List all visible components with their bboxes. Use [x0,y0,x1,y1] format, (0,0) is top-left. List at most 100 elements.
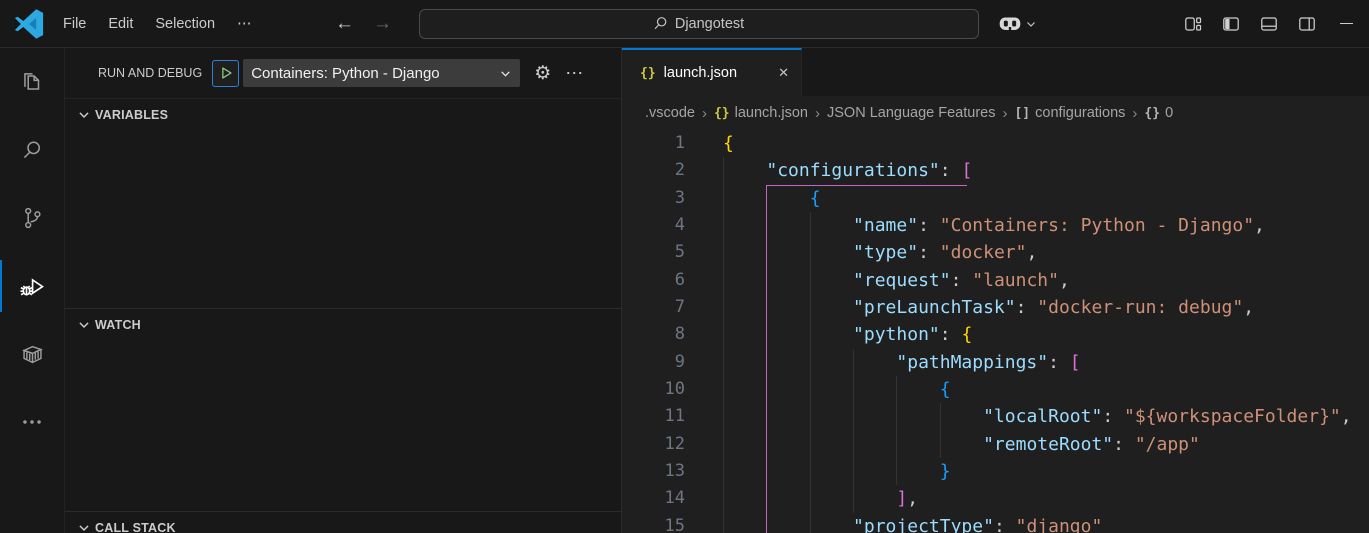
code-line-text[interactable]: { [685,376,1369,403]
code-line-text[interactable]: "preLaunchTask": "docker-run: debug", [685,294,1369,321]
code-line-text[interactable]: "pathMappings": [ [685,349,1369,376]
close-tab-icon[interactable]: ✕ [778,65,789,81]
indent-guide [810,349,811,376]
variables-section: VARIABLES [65,98,621,308]
code-line-text[interactable]: "request": "launch", [685,267,1369,294]
line-number[interactable]: 9 [622,349,685,376]
code-line-14[interactable]: 14 ], [622,485,1369,512]
tab-launch-json[interactable]: {} launch.json ✕ [622,48,802,96]
editor-group: {} launch.json ✕ .vscode›{}launch.json›J… [622,48,1369,533]
line-number[interactable]: 2 [622,157,685,184]
call-stack-section-label: CALL STACK [95,521,176,533]
ellipsis-icon [19,409,45,435]
code-line-5[interactable]: 5 "type": "docker", [622,239,1369,266]
start-debug-button[interactable] [212,60,239,87]
indent-guide [810,294,811,321]
menu-item-more[interactable]: ⋯ [226,11,263,37]
code-line-text[interactable]: } [685,458,1369,485]
code-line-3[interactable]: 3 { [622,185,1369,212]
code-line-text[interactable]: "localRoot": "${workspaceFolder}", [685,403,1369,430]
indent-guide [853,376,854,403]
code-line-13[interactable]: 13 } [622,458,1369,485]
menu-item-edit[interactable]: Edit [97,11,144,37]
copilot-menu[interactable] [997,11,1037,37]
forward-arrow-icon[interactable]: → [371,13,395,35]
line-number[interactable]: 14 [622,485,685,512]
activity-item-source-control[interactable] [0,184,64,252]
back-arrow-icon[interactable]: ← [333,13,357,35]
watch-section: WATCH [65,308,621,511]
chevron-down-icon [77,521,91,533]
minimize-window-icon[interactable] [1340,23,1353,24]
line-number[interactable]: 15 [622,513,685,533]
line-number[interactable]: 5 [622,239,685,266]
line-number[interactable]: 10 [622,376,685,403]
variables-section-header[interactable]: VARIABLES [65,99,621,122]
indent-guide [853,403,854,430]
breadcrumb-item[interactable]: JSON Language Features [827,105,995,121]
line-number[interactable]: 6 [622,267,685,294]
code-line-1[interactable]: 1{ [622,130,1369,157]
indent-guide [723,349,724,376]
breadcrumb-item[interactable]: {}0 [1144,105,1173,121]
code-line-11[interactable]: 11 "localRoot": "${workspaceFolder}", [622,403,1369,430]
indent-guide [896,431,897,458]
code-line-text[interactable]: "configurations": [ [685,157,1369,184]
activity-item-explorer[interactable] [0,48,64,116]
activity-item-run-and-debug[interactable] [0,252,64,320]
line-number[interactable]: 7 [622,294,685,321]
more-actions-icon[interactable]: ⋯ [565,64,584,82]
line-number[interactable]: 11 [622,403,685,430]
activity-item-search[interactable] [0,116,64,184]
customize-layout-icon[interactable] [1184,15,1202,33]
call-stack-section-header[interactable]: CALL STACK [65,512,621,533]
indent-guide [810,239,811,266]
line-number[interactable]: 4 [622,212,685,239]
watch-section-header[interactable]: WATCH [65,309,621,332]
files-icon [19,69,45,95]
indent-guide [940,403,941,430]
call-stack-section: CALL STACK [65,511,621,533]
json-object-icon: {} [714,106,730,121]
code-line-7[interactable]: 7 "preLaunchTask": "docker-run: debug", [622,294,1369,321]
toggle-primary-sidebar-icon[interactable] [1222,15,1240,33]
code-line-text[interactable]: "remoteRoot": "/app" [685,431,1369,458]
line-number[interactable]: 12 [622,431,685,458]
line-number[interactable]: 3 [622,185,685,212]
activity-item-more[interactable] [0,388,64,456]
breadcrumb-item[interactable]: .vscode [645,105,695,121]
command-center-search[interactable]: Djangotest [419,9,979,39]
code-line-6[interactable]: 6 "request": "launch", [622,267,1369,294]
code-line-9[interactable]: 9 "pathMappings": [ [622,349,1369,376]
code-line-4[interactable]: 4 "name": "Containers: Python - Django", [622,212,1369,239]
line-number[interactable]: 13 [622,458,685,485]
indent-guide [853,431,854,458]
code-line-text[interactable]: "projectType": "django" [685,513,1369,533]
code-line-12[interactable]: 12 "remoteRoot": "/app" [622,431,1369,458]
menu-item-file[interactable]: File [52,11,97,37]
toggle-secondary-sidebar-icon[interactable] [1298,15,1316,33]
breadcrumb-item[interactable]: []configurations [1014,105,1125,121]
indent-guide [853,349,854,376]
code-line-text[interactable]: "python": { [685,321,1369,348]
breadcrumb-label: 0 [1165,105,1173,121]
code-line-2[interactable]: 2 "configurations": [ [622,157,1369,184]
code-editor[interactable]: 1{2 "configurations": [3 {4 "name": "Con… [622,130,1369,533]
code-line-text[interactable]: "type": "docker", [685,239,1369,266]
toggle-panel-icon[interactable] [1260,15,1278,33]
code-line-15[interactable]: 15 "projectType": "django" [622,513,1369,533]
debug-configuration-dropdown[interactable]: Containers: Python - Django [243,59,520,87]
breadcrumb-item[interactable]: {}launch.json [714,105,808,121]
line-number[interactable]: 1 [622,130,685,157]
code-line-text[interactable]: ], [685,485,1369,512]
code-line-10[interactable]: 10 { [622,376,1369,403]
code-line-8[interactable]: 8 "python": { [622,321,1369,348]
code-line-text[interactable]: { [685,185,1369,212]
menu-item-selection[interactable]: Selection [144,11,226,37]
activity-item-containers[interactable] [0,320,64,388]
gear-icon[interactable]: ⚙ [534,64,551,83]
code-line-text[interactable]: { [685,130,1369,157]
chevron-down-icon [77,318,91,332]
line-number[interactable]: 8 [622,321,685,348]
code-line-text[interactable]: "name": "Containers: Python - Django", [685,212,1369,239]
